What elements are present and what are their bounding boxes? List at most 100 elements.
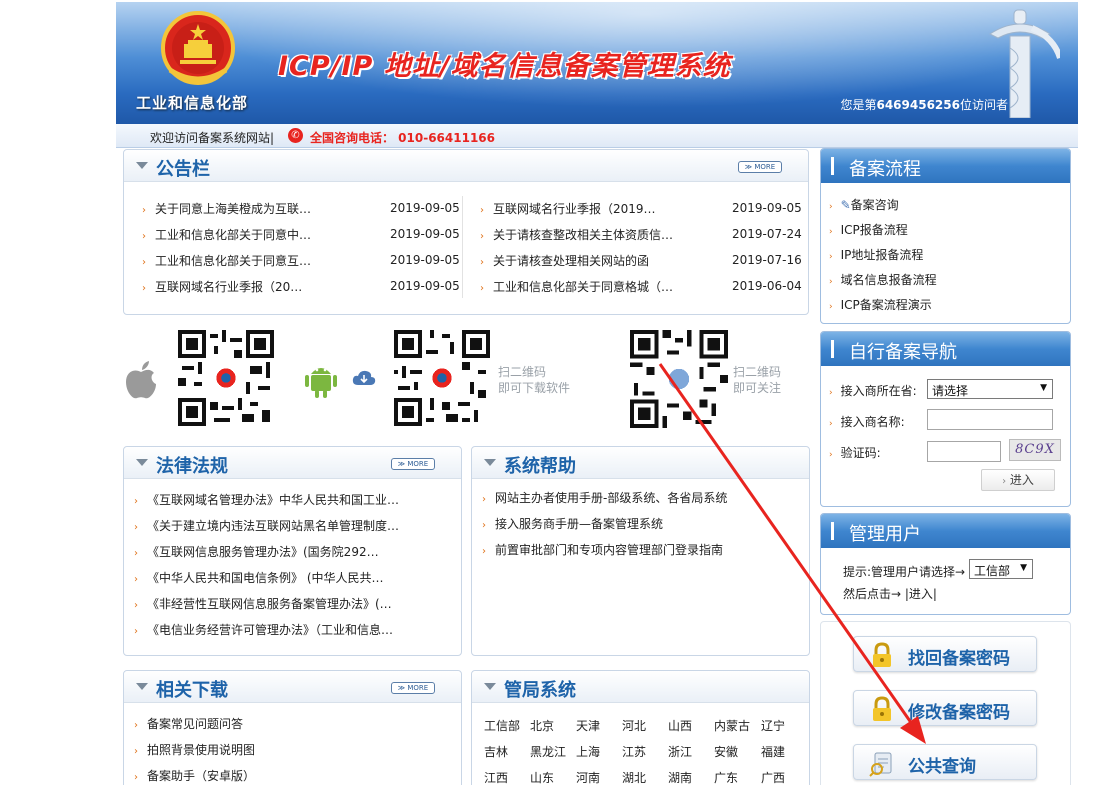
bureau-city-link[interactable]: 辽宁 [761, 717, 785, 734]
public-query-button[interactable]: 公共查询 [853, 744, 1037, 780]
isp-name-row: › 接入商名称: [829, 415, 905, 429]
bureau-city-link[interactable]: 广东 [714, 769, 738, 785]
chevron-right-icon: › [1002, 476, 1007, 487]
scan-download-hint: 扫二维码 即可下载软件 [498, 365, 571, 395]
bureau-city-link[interactable]: 上海 [576, 743, 600, 760]
page: 工业和信息化部 ICP/IP 地址/域名信息备案管理系统 您是第64694562… [0, 0, 1116, 785]
bureau-city-link[interactable]: 安徽 [714, 743, 738, 760]
law-item[interactable]: › 《电信业务经营许可管理办法》（工业和信息… [134, 621, 454, 641]
help-panel: 系统帮助 › 网站主办者使用手册-部级系统、各省局系统 › 接入服务商手册—备案管理… [471, 446, 810, 656]
isp-location-select[interactable]: 请选择 ▼ [927, 379, 1053, 399]
help-item[interactable]: › 前置审批部门和专项内容管理部门登录指南 [482, 541, 802, 561]
bulletin-item[interactable]: › 工业和信息化部关于同意互… [142, 252, 332, 272]
android-qr-code [394, 330, 490, 426]
law-item[interactable]: › 《中华人民共和国电信条例》 (中华人民共… [134, 569, 454, 589]
bulletin-date: 2019-07-16 [732, 253, 802, 267]
laws-panel: 法律法规 ≫ MORE › 《互联网域名管理办法》中华人民共和国工业… › 《关于建… [123, 446, 462, 656]
isp-name-input[interactable] [927, 409, 1053, 430]
download-item[interactable]: › 拍照背景使用说明图 [134, 741, 454, 761]
bulletin-panel: 公告栏 ≫ MORE › 关于同意上海美橙成为互联… 2019-09-05 › 工业… [123, 149, 809, 315]
bulletin-more-button[interactable]: ≫ MORE [738, 161, 782, 173]
bulletin-date: 2019-09-05 [390, 201, 460, 215]
bureau-city-link[interactable]: 吉林 [484, 743, 508, 760]
self-nav-title: 自行备案导航 [849, 342, 957, 363]
welcome-bar: 欢迎访问备案系统网站| ✆ 全国咨询电话： 010-66411166 [116, 124, 1078, 148]
bureau-city-link[interactable]: 湖南 [668, 769, 692, 785]
captcha-image[interactable]: 8C9X [1009, 439, 1061, 461]
bulletin-item[interactable]: › 工业和信息化部关于同意中… [142, 226, 332, 246]
law-item[interactable]: › 《互联网域名管理办法》中华人民共和国工业… [134, 491, 454, 511]
bureau-city-link[interactable]: 河南 [576, 769, 600, 785]
captcha-input[interactable] [927, 441, 1001, 462]
enter-button[interactable]: › 进入 [981, 469, 1055, 491]
process-panel: 备案流程 › ✎备案咨询 › ICP报备流程 › IP地址报备流程 › 域名信息报备流程… [820, 148, 1071, 324]
help-item[interactable]: › 网站主办者使用手册-部级系统、各省局系统 [482, 489, 802, 509]
laws-more-button[interactable]: ≫ MORE [391, 458, 435, 470]
law-item[interactable]: › 《非经营性互联网信息服务备案管理办法》(… [134, 595, 454, 615]
bureau-city-link[interactable]: 浙江 [668, 743, 692, 760]
collapse-triangle-icon [484, 683, 496, 690]
bureau-city-link[interactable]: 河北 [622, 717, 646, 734]
bureau-panel: 管局系统 工信部 北京 天津 河北 山西 内蒙古 辽宁 吉林 黑龙江 上海 江苏 浙江 安徽 福建 江西 山东… [471, 670, 810, 785]
query-document-icon [869, 752, 892, 777]
download-item[interactable]: › 备案助手（安卓版） [134, 767, 454, 785]
site-banner: 工业和信息化部 ICP/IP 地址/域名信息备案管理系统 您是第64694562… [116, 2, 1078, 124]
bureau-city-link[interactable]: 江苏 [622, 743, 646, 760]
visitor-prefix: 您是第 [840, 98, 877, 112]
bulletin-title: 公告栏 [156, 159, 210, 180]
admin-bureau-select[interactable]: 工信部 ▼ [969, 559, 1033, 579]
retrieve-password-button[interactable]: 找回备案密码 [853, 636, 1037, 672]
bureau-city-link[interactable]: 黑龙江 [530, 743, 566, 760]
self-nav-panel: 自行备案导航 › 接入商所在省: 请选择 ▼ › 接入商名称: › 验证码: 8C9X … [820, 331, 1071, 507]
system-title: ICP/IP 地址/域名信息备案管理系统 [278, 51, 731, 82]
bulletin-date: 2019-09-05 [732, 201, 802, 215]
dropdown-arrow-icon: ▼ [1020, 563, 1027, 573]
admin-then-click: 然后点击→ |进入| [843, 587, 937, 601]
bureau-city-link[interactable]: 湖北 [622, 769, 646, 785]
dropdown-arrow-icon: ▼ [1040, 383, 1047, 393]
bureau-city-link[interactable]: 山西 [668, 717, 692, 734]
bureau-city-link[interactable]: 福建 [761, 743, 785, 760]
bulletin-item[interactable]: › 互联网域名行业季报（2019… [480, 200, 690, 220]
bureau-city-link[interactable]: 内蒙古 [714, 717, 750, 734]
download-item[interactable]: › 备案常见问题问答 [134, 715, 454, 735]
law-item[interactable]: › 《互联网信息服务管理办法》(国务院292… [134, 543, 454, 563]
visitor-count: 6469456256 [876, 98, 960, 112]
bureau-city-link[interactable]: 山东 [530, 769, 554, 785]
bureau-city-link[interactable]: 江西 [484, 769, 508, 785]
process-item[interactable]: › IP地址报备流程 [829, 246, 923, 263]
help-item[interactable]: › 接入服务商手册—备案管理系统 [482, 515, 802, 535]
apple-icon[interactable] [124, 360, 158, 400]
collapse-triangle-icon [484, 459, 496, 466]
process-title: 备案流程 [849, 159, 921, 180]
change-password-button[interactable]: 修改备案密码 [853, 690, 1037, 726]
scan-follow-hint: 扫二维码 即可关注 [733, 365, 782, 395]
visitor-suffix: 位访问者 [959, 98, 1008, 112]
android-icon[interactable] [303, 360, 339, 398]
downloads-more-button[interactable]: ≫ MORE [391, 682, 435, 694]
process-item[interactable]: › ICP报备流程 [829, 221, 908, 238]
bureau-city-link[interactable]: 北京 [530, 717, 554, 734]
process-item[interactable]: › ICP备案流程演示 [829, 296, 932, 313]
process-item[interactable]: › 域名信息报备流程 [829, 271, 937, 288]
collapse-triangle-icon [136, 459, 148, 466]
bulletin-item[interactable]: › 关于请核查处理相关网站的函 [480, 252, 690, 272]
welcome-text: 欢迎访问备案系统网站| [150, 131, 275, 145]
consult-icon: ✎ [840, 198, 851, 212]
bureau-city-link[interactable]: 工信部 [484, 717, 520, 734]
law-item[interactable]: › 《关于建立境内违法互联网站黑名单管理制度… [134, 517, 454, 537]
help-title: 系统帮助 [504, 456, 576, 477]
bulletin-item[interactable]: › 工业和信息化部关于同意格城（… [480, 278, 690, 298]
national-emblem-icon [161, 11, 235, 85]
phone-icon: ✆ [288, 128, 303, 143]
bulletin-item[interactable]: › 互联网域名行业季报（20… [142, 278, 332, 298]
admin-title: 管理用户 [849, 524, 921, 545]
bulletin-item[interactable]: › 关于同意上海美橙成为互联… [142, 200, 332, 220]
bureau-city-link[interactable]: 天津 [576, 717, 600, 734]
ministry-name: 工业和信息化部 [136, 94, 249, 112]
bureau-city-link[interactable]: 广西 [761, 769, 785, 785]
cloud-download-icon[interactable] [352, 370, 376, 386]
bulletin-item[interactable]: › 关于请核查整改相关主体资质信… [480, 226, 690, 246]
process-item-consult[interactable]: › ✎备案咨询 [829, 196, 899, 213]
wechat-qr-code [630, 330, 728, 428]
